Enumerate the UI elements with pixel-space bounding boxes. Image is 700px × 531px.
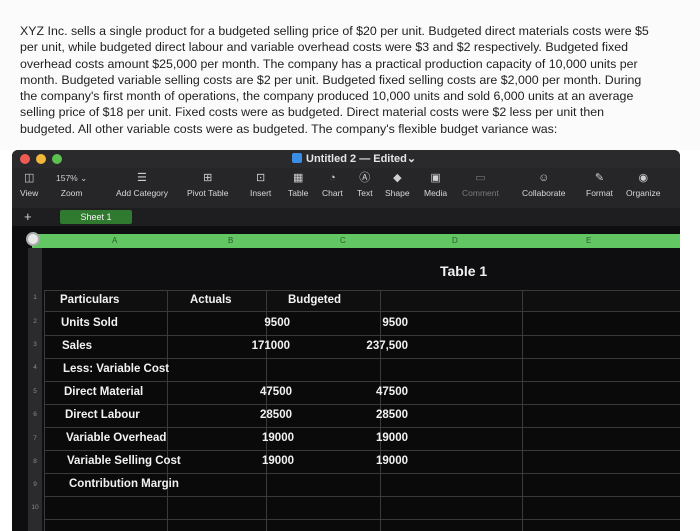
budgeted-value[interactable]: 19000 bbox=[376, 451, 408, 472]
row-header[interactable]: 9 bbox=[28, 481, 42, 488]
actual-value[interactable]: 19000 bbox=[262, 451, 294, 472]
table-header-row bbox=[44, 290, 680, 311]
row-label[interactable]: Units Sold bbox=[61, 313, 118, 334]
window-title: Untitled 2 — Edited⌄ bbox=[292, 152, 416, 165]
insert-icon: ⊡ bbox=[256, 172, 266, 184]
zoom-window-button[interactable] bbox=[52, 154, 62, 164]
pivot-table-icon: ⊞ bbox=[203, 172, 213, 184]
row-label[interactable]: Direct Labour bbox=[65, 405, 140, 426]
question-panel: XYZ Inc. sells a single product for a bu… bbox=[0, 0, 700, 150]
toolbar: ◫ View 157% ⌄ Zoom ☰ Add Category ⊞ Pivot Ta… bbox=[12, 168, 680, 208]
text-icon: Ⓐ bbox=[359, 172, 371, 184]
row-label[interactable]: Contribution Margin bbox=[69, 474, 179, 495]
format-button[interactable]: ✎ Format bbox=[586, 172, 613, 198]
actual-value[interactable]: 9500 bbox=[264, 313, 290, 334]
row-header[interactable]: 1 bbox=[28, 294, 42, 301]
column-header-a[interactable]: A bbox=[112, 234, 117, 248]
row-header[interactable]: 4 bbox=[28, 364, 42, 371]
budgeted-value[interactable]: 9500 bbox=[382, 313, 408, 334]
title-bar: Untitled 2 — Edited⌄ bbox=[12, 150, 680, 168]
media-icon: ▣ bbox=[430, 172, 441, 184]
budgeted-value[interactable]: 19000 bbox=[376, 428, 408, 449]
row-label[interactable]: Sales bbox=[62, 336, 92, 357]
column-header-b[interactable]: B bbox=[228, 234, 233, 248]
chart-icon: ◔ bbox=[329, 172, 336, 184]
row-header[interactable]: 2 bbox=[28, 318, 42, 325]
comment-icon: ▭ bbox=[475, 172, 486, 184]
column-header-c[interactable]: C bbox=[340, 234, 346, 248]
add-sheet-button[interactable]: + bbox=[24, 208, 32, 226]
media-button[interactable]: ▣ Media bbox=[424, 172, 447, 198]
sidebar-icon: ◫ bbox=[23, 172, 35, 184]
actual-value[interactable]: 19000 bbox=[262, 428, 294, 449]
table-title[interactable]: Table 1 bbox=[440, 263, 487, 279]
row-header[interactable]: 10 bbox=[28, 504, 42, 511]
budgeted-value[interactable]: 28500 bbox=[376, 405, 408, 426]
zoom-value: 157% ⌄ bbox=[56, 173, 88, 183]
header-particulars[interactable]: Particulars bbox=[60, 290, 119, 311]
zoom-button[interactable]: 157% ⌄ Zoom bbox=[56, 172, 87, 198]
window-title-name: Untitled 2 bbox=[306, 153, 357, 165]
format-brush-icon: ✎ bbox=[594, 172, 605, 184]
numbers-window: Untitled 2 — Edited⌄ ◫ View 157% ⌄ Zoom ☰ A… bbox=[12, 150, 680, 531]
comment-button[interactable]: ▭ Comment bbox=[462, 172, 499, 198]
header-budgeted[interactable]: Budgeted bbox=[288, 290, 341, 311]
organize-icon: ◉ bbox=[638, 172, 649, 184]
window-edited-status[interactable]: — Edited⌄ bbox=[359, 153, 416, 165]
row-label[interactable]: Less: Variable Cost bbox=[63, 359, 169, 380]
column-header-bar: A B C D E bbox=[32, 234, 680, 248]
minimize-button[interactable] bbox=[36, 154, 46, 164]
organize-button[interactable]: ◉ Organize bbox=[626, 172, 661, 198]
actual-value[interactable]: 171000 bbox=[252, 336, 290, 357]
table-button[interactable]: ▦ Table bbox=[288, 172, 308, 198]
text-button[interactable]: Ⓐ Text bbox=[357, 172, 373, 198]
column-header-e[interactable]: E bbox=[586, 234, 591, 248]
row-header-bar: 1 2 3 4 5 6 7 8 9 10 bbox=[28, 248, 42, 531]
shape-button[interactable]: ◆ Shape bbox=[385, 172, 410, 198]
select-all-handle[interactable] bbox=[26, 232, 40, 246]
close-button[interactable] bbox=[20, 154, 30, 164]
chart-button[interactable]: ◔ Chart bbox=[322, 172, 343, 198]
insert-button[interactable]: ⊡ Insert bbox=[250, 172, 271, 198]
row-header[interactable]: 6 bbox=[28, 411, 42, 418]
actual-value[interactable]: 28500 bbox=[260, 405, 292, 426]
document-icon bbox=[292, 153, 302, 163]
row-header[interactable]: 7 bbox=[28, 435, 42, 442]
collaborate-button[interactable]: ☺ Collaborate bbox=[522, 172, 565, 198]
row-label[interactable]: Variable Overhead bbox=[66, 428, 166, 449]
row-label[interactable]: Direct Material bbox=[64, 382, 143, 403]
pivot-table-button[interactable]: ⊞ Pivot Table bbox=[187, 172, 228, 198]
list-icon: ☰ bbox=[137, 172, 147, 184]
row-label[interactable]: Variable Selling Cost bbox=[67, 451, 181, 472]
shape-icon: ◆ bbox=[393, 172, 402, 184]
sheet-tabs-bar: + Sheet 1 bbox=[12, 208, 680, 226]
collaborate-icon: ☺ bbox=[538, 172, 550, 184]
view-button[interactable]: ◫ View bbox=[20, 172, 38, 198]
column-header-d[interactable]: D bbox=[452, 234, 458, 248]
actual-value[interactable]: 47500 bbox=[260, 382, 292, 403]
question-text: XYZ Inc. sells a single product for a bu… bbox=[20, 24, 649, 136]
row-header[interactable]: 5 bbox=[28, 388, 42, 395]
header-actuals[interactable]: Actuals bbox=[190, 290, 232, 311]
tab-sheet-1[interactable]: Sheet 1 bbox=[60, 210, 132, 224]
budgeted-value[interactable]: 237,500 bbox=[366, 336, 408, 357]
budgeted-value[interactable]: 47500 bbox=[376, 382, 408, 403]
row-header[interactable]: 8 bbox=[28, 458, 42, 465]
table-grid: Particulars Actuals Budgeted Units Sold … bbox=[44, 290, 680, 531]
table-icon: ▦ bbox=[292, 172, 304, 184]
add-category-button[interactable]: ☰ Add Category bbox=[116, 172, 168, 198]
row-header[interactable]: 3 bbox=[28, 341, 42, 348]
